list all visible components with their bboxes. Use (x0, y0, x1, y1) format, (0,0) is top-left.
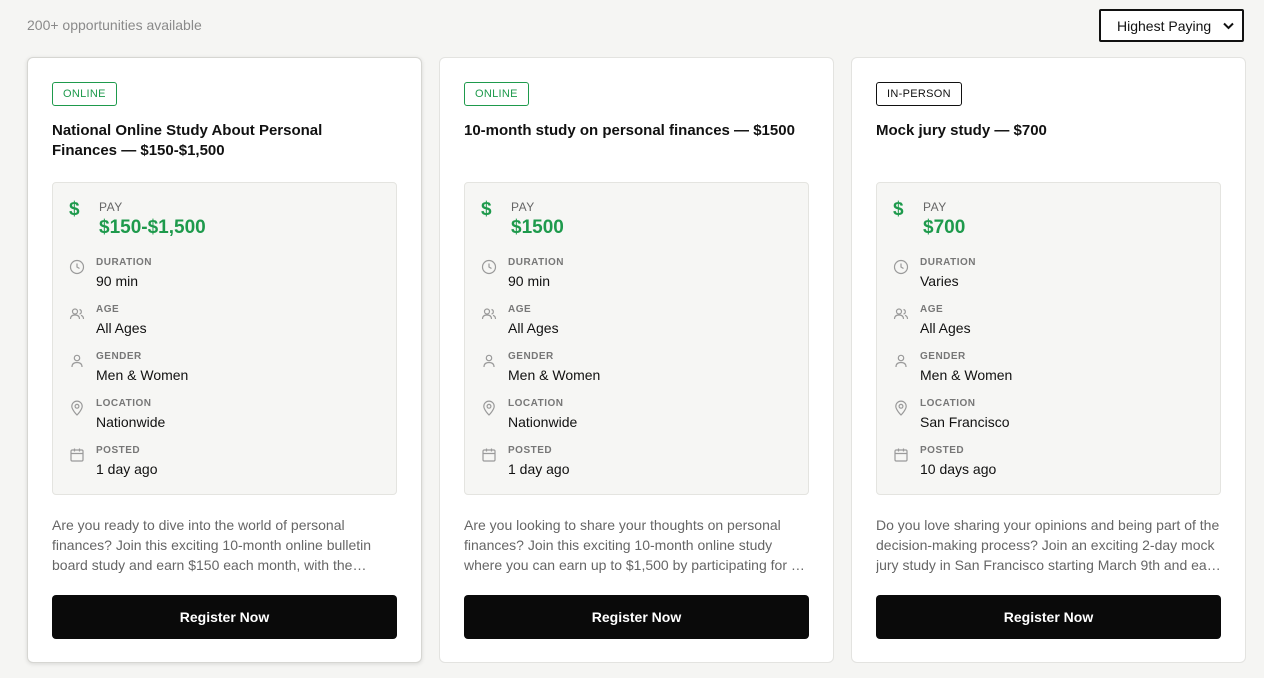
gender-row: GENDER Men & Women (481, 351, 791, 391)
clock-icon (69, 259, 85, 275)
location-value: Nationwide (96, 414, 166, 430)
study-title[interactable]: National Online Study About Personal Fin… (52, 121, 382, 161)
posted-value: 1 day ago (508, 461, 570, 477)
pay-label: PAY (923, 200, 947, 214)
pay-value: $1500 (511, 217, 564, 238)
posted-row: POSTED 1 day ago (69, 445, 379, 485)
duration-value: 90 min (96, 273, 139, 289)
clock-icon (481, 259, 497, 275)
results-toolbar: 200+ opportunities available Highest Pay… (0, 0, 1264, 52)
gender-label: GENDER (920, 351, 966, 362)
study-card: IN-PERSON Mock jury study — $700 $ PAY $… (851, 57, 1246, 663)
age-row: AGE All Ages (69, 304, 379, 344)
pay-value: $150-$1,500 (99, 217, 206, 238)
age-label: AGE (508, 304, 532, 315)
duration-row: DURATION 90 min (69, 257, 379, 297)
opportunity-count: 200+ opportunities available (27, 17, 202, 33)
location-row: LOCATION Nationwide (481, 398, 791, 438)
dollar-icon: $ (481, 199, 492, 220)
location-label: LOCATION (96, 398, 152, 409)
location-type-badge: ONLINE (52, 82, 117, 106)
register-now-button[interactable]: Register Now (876, 595, 1221, 639)
posted-row: POSTED 10 days ago (893, 445, 1203, 485)
age-value: All Ages (920, 320, 971, 336)
calendar-icon (70, 448, 84, 462)
calendar-icon (482, 448, 496, 462)
duration-value: Varies (920, 273, 959, 289)
age-row: AGE All Ages (481, 304, 791, 344)
gender-label: GENDER (508, 351, 554, 362)
person-icon (71, 354, 83, 368)
study-title[interactable]: Mock jury study — $700 (876, 121, 1206, 141)
gender-row: GENDER Men & Women (893, 351, 1203, 391)
pay-label: PAY (511, 200, 535, 214)
study-details-panel: $ PAY $1500 DURATION 90 min AGE All Ages… (464, 182, 809, 495)
gender-value: Men & Women (96, 367, 189, 383)
map-pin-icon (71, 400, 83, 416)
location-type-badge: ONLINE (464, 82, 529, 106)
study-card: ONLINE 10-month study on personal financ… (439, 57, 834, 663)
duration-label: DURATION (920, 257, 977, 268)
person-icon (895, 354, 907, 368)
location-type-badge: IN-PERSON (876, 82, 962, 106)
person-icon (483, 354, 495, 368)
location-row: LOCATION Nationwide (69, 398, 379, 438)
gender-label: GENDER (96, 351, 142, 362)
gender-row: GENDER Men & Women (69, 351, 379, 391)
location-label: LOCATION (508, 398, 564, 409)
location-value: San Francisco (920, 414, 1010, 430)
chevron-down-icon (1223, 22, 1234, 29)
study-description: Do you love sharing your opinions and be… (876, 517, 1220, 573)
duration-label: DURATION (508, 257, 565, 268)
dollar-icon: $ (893, 199, 904, 220)
gender-value: Men & Women (920, 367, 1013, 383)
users-icon (69, 308, 85, 320)
study-title[interactable]: 10-month study on personal finances — $1… (464, 121, 809, 141)
location-row: LOCATION San Francisco (893, 398, 1203, 438)
users-icon (893, 308, 909, 320)
register-now-button[interactable]: Register Now (464, 595, 809, 639)
age-label: AGE (96, 304, 120, 315)
study-description: Are you ready to dive into the world of … (52, 517, 372, 573)
study-card: ONLINE National Online Study About Perso… (27, 57, 422, 663)
age-row: AGE All Ages (893, 304, 1203, 344)
sort-select-value: Highest Paying (1117, 17, 1212, 34)
map-pin-icon (895, 400, 907, 416)
duration-label: DURATION (96, 257, 153, 268)
calendar-icon (894, 448, 908, 462)
study-description: Are you looking to share your thoughts o… (464, 517, 807, 573)
duration-row: DURATION Varies (893, 257, 1203, 297)
age-value: All Ages (508, 320, 559, 336)
location-label: LOCATION (920, 398, 976, 409)
posted-label: POSTED (96, 445, 141, 456)
study-card-list: ONLINE National Online Study About Perso… (27, 57, 1246, 663)
posted-label: POSTED (508, 445, 553, 456)
study-details-panel: $ PAY $700 DURATION Varies AGE All Ages … (876, 182, 1221, 495)
posted-value: 10 days ago (920, 461, 997, 477)
location-value: Nationwide (508, 414, 578, 430)
posted-value: 1 day ago (96, 461, 158, 477)
pay-label: PAY (99, 200, 123, 214)
sort-select[interactable]: Highest Paying (1099, 9, 1244, 42)
register-now-button[interactable]: Register Now (52, 595, 397, 639)
posted-row: POSTED 1 day ago (481, 445, 791, 485)
pay-value: $700 (923, 217, 966, 238)
clock-icon (893, 259, 909, 275)
map-pin-icon (483, 400, 495, 416)
study-details-panel: $ PAY $150-$1,500 DURATION 90 min AGE Al… (52, 182, 397, 495)
duration-value: 90 min (508, 273, 551, 289)
posted-label: POSTED (920, 445, 965, 456)
users-icon (481, 308, 497, 320)
age-value: All Ages (96, 320, 147, 336)
duration-row: DURATION 90 min (481, 257, 791, 297)
gender-value: Men & Women (508, 367, 601, 383)
dollar-icon: $ (69, 199, 80, 220)
age-label: AGE (920, 304, 944, 315)
